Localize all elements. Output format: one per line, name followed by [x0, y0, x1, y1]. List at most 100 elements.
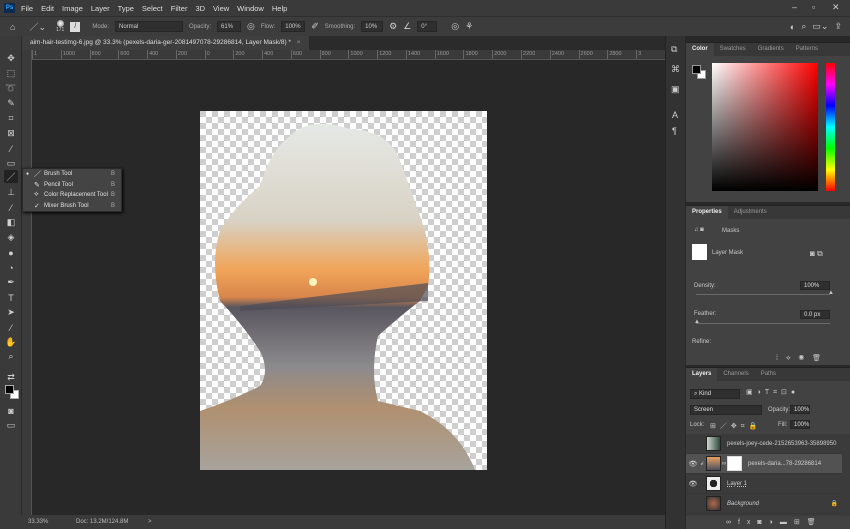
eye-icon[interactable]: 👁 [686, 480, 700, 488]
foreground-color-swatch[interactable] [5, 385, 14, 394]
quick-select-tool-icon[interactable]: ✎ [4, 97, 18, 110]
brush-tool-icon[interactable]: ／ [4, 170, 18, 183]
tab-layers[interactable]: Layers [686, 368, 718, 381]
menu-image[interactable]: Image [62, 4, 83, 13]
lasso-tool-icon[interactable]: ➰ [4, 82, 18, 95]
swatch-panel-icon[interactable]: ▣ [671, 84, 680, 95]
brush-settings-icon[interactable]: / [70, 21, 81, 32]
type-tool-icon[interactable]: T [4, 291, 18, 304]
pixel-mask-icon[interactable]: ♫ ◙ [694, 227, 704, 233]
smoothing-input[interactable]: 10% [361, 21, 384, 32]
flyout-brush-tool[interactable]: ● ／ Brush Tool B [23, 169, 121, 180]
path-select-tool-icon[interactable]: ➤ [4, 306, 18, 319]
layer-row[interactable]: Background 🔒 [686, 494, 842, 514]
layer-row-selected[interactable]: 👁 ↲ ∞ pexels-daria...78-29286814 [686, 454, 842, 474]
tab-patterns[interactable]: Patterns [790, 43, 824, 56]
pressure-opacity-icon[interactable]: ◎ [247, 21, 255, 32]
menu-view[interactable]: View [213, 4, 229, 13]
shape-tool-icon[interactable]: ⁄ [4, 321, 18, 334]
layer-row[interactable]: pexels-joey-cede-2152653963-35898950 [686, 434, 842, 454]
paragraph-panel-icon[interactable]: ¶ [672, 126, 677, 136]
dodge-tool-icon[interactable]: ◔ [4, 261, 18, 274]
restore-button[interactable]: ▫ [812, 2, 815, 12]
menu-type[interactable]: Type [118, 4, 134, 13]
hand-tool-icon[interactable]: ✋ [4, 336, 18, 349]
zoom-tool-icon[interactable]: ⌕ [4, 350, 18, 363]
marquee-tool-icon[interactable]: ⬚ [4, 67, 18, 80]
layer-filter-select[interactable]: ⌕ Kind [690, 389, 740, 399]
flyout-color-replacement-tool[interactable]: ⟡ Color Replacement Tool B [23, 190, 121, 201]
flyout-pencil-tool[interactable]: ✎ Pencil Tool B [23, 180, 121, 191]
eye-icon[interactable]: 👁 [686, 460, 700, 468]
workspace-icon[interactable]: ▭⌄ [812, 21, 828, 32]
layer-row[interactable]: 👁 Layer 1 [686, 474, 842, 494]
close-tab-icon[interactable]: × [297, 39, 301, 46]
layer-opacity-input[interactable]: 100% [790, 405, 810, 414]
tab-gradients[interactable]: Gradients [752, 43, 790, 56]
move-tool-icon[interactable]: ✥ [4, 52, 18, 65]
blur-tool-icon[interactable]: ● [4, 246, 18, 259]
quick-mask-icon[interactable]: ◙ [4, 404, 18, 417]
frame-tool-icon[interactable]: ⊠ [4, 127, 18, 140]
crop-tool-icon[interactable]: ⌗ [4, 112, 18, 125]
filter-icons[interactable]: ▣◑T⌗⊡● [746, 388, 799, 397]
menu-filter[interactable]: Filter [171, 4, 188, 13]
flyout-mixer-brush-tool[interactable]: ✓ Mixer Brush Tool B [23, 201, 121, 212]
layer-mask-thumbnail[interactable] [727, 456, 742, 471]
tab-color[interactable]: Color [686, 43, 714, 56]
swap-colors-icon[interactable]: ⇄ [4, 371, 18, 384]
menu-select[interactable]: Select [142, 4, 163, 13]
hue-slider[interactable] [826, 63, 835, 191]
tab-adjustments[interactable]: Adjustments [728, 206, 773, 219]
close-window-button[interactable]: ✕ [832, 2, 840, 13]
feather-slider-thumb[interactable]: ▲ [694, 319, 700, 325]
stamp-tool-icon[interactable]: ⊥ [4, 186, 18, 199]
mask-actions[interactable]: ⁞⟡◉🗑 [776, 354, 829, 363]
lock-icons[interactable]: ⊞／✥⌗🔒 [710, 421, 761, 431]
tab-swatches[interactable]: Swatches [714, 43, 752, 56]
menu-edit[interactable]: Edit [41, 4, 54, 13]
document-canvas[interactable] [200, 111, 487, 470]
eraser-tool-icon[interactable]: ◧ [4, 216, 18, 229]
smoothing-settings-icon[interactable]: ⚙ [389, 21, 397, 32]
history-panel-icon[interactable]: ⧉ [671, 44, 677, 55]
density-slider[interactable] [696, 294, 830, 295]
pen-tool-icon[interactable]: ✒ [4, 276, 18, 289]
blend-mode-select[interactable]: Screen [690, 405, 762, 415]
feather-input[interactable]: 0.0 px [800, 310, 830, 319]
menu-layer[interactable]: Layer [91, 4, 110, 13]
healing-tool-icon[interactable]: ▭ [4, 157, 18, 170]
brush-preset-icon[interactable]: ／⌄ [29, 20, 46, 33]
share-icon[interactable]: ⇪ [834, 21, 842, 32]
brush-panel-icon[interactable]: ⌘ [671, 64, 680, 75]
history-brush-tool-icon[interactable]: ⁄ [4, 201, 18, 214]
opacity-input[interactable]: 61% [217, 21, 242, 32]
mask-icon[interactable]: ◙ ⧉ [810, 249, 823, 259]
tab-properties[interactable]: Properties [686, 206, 728, 219]
account-icon[interactable]: ◐ [790, 22, 795, 32]
angle-input[interactable]: 0° [417, 21, 438, 32]
feather-slider[interactable] [696, 323, 830, 324]
menu-window[interactable]: Window [237, 4, 264, 13]
density-slider-thumb[interactable]: ▲ [828, 290, 834, 296]
pressure-size-icon[interactable]: ◎ [451, 21, 459, 32]
menu-3d[interactable]: 3D [195, 4, 205, 13]
fill-input[interactable]: 100% [790, 420, 810, 429]
symmetry-icon[interactable]: ⚘ [465, 21, 473, 32]
tab-channels[interactable]: Channels [717, 368, 754, 381]
status-menu-arrow[interactable]: > [148, 519, 152, 525]
home-icon[interactable]: ⌂ [10, 22, 15, 32]
character-panel-icon[interactable]: A [672, 110, 678, 120]
foreground-swatch[interactable] [692, 65, 701, 74]
flow-input[interactable]: 100% [281, 21, 306, 32]
menu-file[interactable]: File [21, 4, 33, 13]
color-field[interactable] [712, 63, 818, 191]
zoom-level[interactable]: 33.33% [28, 519, 48, 525]
brush-size-picker[interactable]: 171 [56, 20, 64, 33]
mode-select[interactable]: Normal [115, 21, 184, 32]
minimize-button[interactable]: – [792, 2, 797, 12]
eyedropper-tool-icon[interactable]: ⁄ [4, 142, 18, 155]
layer-actions[interactable]: ∞fx◙◑▬⊞🗑 [726, 518, 823, 526]
search-icon[interactable]: ⌕ [801, 21, 806, 32]
tab-paths[interactable]: Paths [755, 368, 782, 381]
